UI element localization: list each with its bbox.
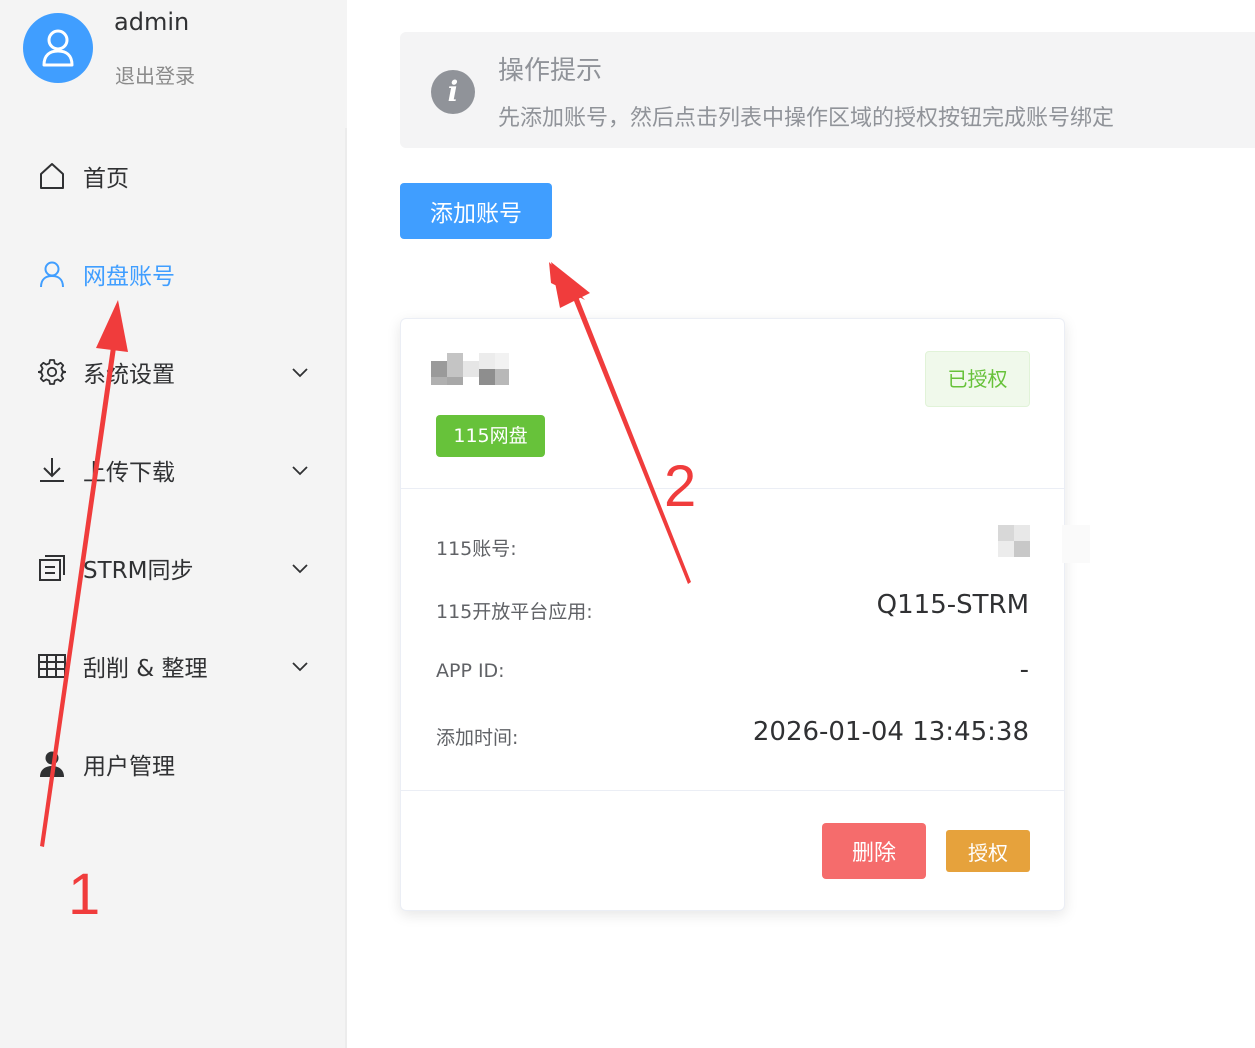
app-id-label: APP ID: [436, 660, 505, 682]
chevron-down-icon [292, 466, 308, 476]
redacted-account-id [998, 525, 1090, 563]
document-icon [38, 554, 66, 582]
card-header: 115网盘 已授权 [401, 319, 1064, 489]
sidebar-item-user-management[interactable]: 用户管理 [0, 734, 345, 794]
sidebar-item-label: 上传下载 [83, 460, 175, 486]
home-icon [38, 162, 66, 190]
sidebar-item-strm-sync[interactable]: STRM同步 [0, 538, 345, 598]
avatar[interactable] [23, 13, 93, 83]
annotation-number-2: 2 [664, 454, 697, 519]
sidebar-divider [345, 128, 347, 1048]
user-icon [38, 260, 66, 288]
account-label: 115账号: [436, 538, 517, 560]
sidebar-item-scrape-organize[interactable]: 刮削 & 整理 [0, 636, 345, 696]
chevron-down-icon [292, 564, 308, 574]
logout-link[interactable]: 退出登录 [115, 60, 195, 89]
cloud-type-tag: 115网盘 [436, 415, 545, 457]
sidebar-item-label: 网盘账号 [83, 264, 175, 290]
sidebar-item-cloud-accounts[interactable]: 网盘账号 [0, 244, 345, 304]
card-body: 115账号: 115开放平台应用: Q115-STRM APP ID: - 添加… [401, 490, 1090, 791]
info-icon: i [431, 70, 475, 114]
sidebar-item-label: 用户管理 [83, 754, 175, 780]
user-avatar-icon [42, 29, 74, 67]
sidebar-item-label: 首页 [83, 166, 129, 192]
person-icon [38, 750, 66, 778]
grid-icon [38, 652, 66, 680]
add-account-button[interactable]: 添加账号 [400, 183, 552, 239]
tip-alert: i 操作提示 先添加账号，然后点击列表中操作区域的授权按钮完成账号绑定 [400, 32, 1255, 148]
account-card: 115网盘 已授权 115账号: 115开放平台应用: Q115-STRM AP… [400, 318, 1090, 911]
chevron-down-icon [292, 368, 308, 378]
sidebar-item-upload-download[interactable]: 上传下载 [0, 440, 345, 500]
user-panel: admin 退出登录 [0, 0, 347, 128]
sidebar-item-label: 刮削 & 整理 [83, 656, 208, 682]
gear-icon [38, 358, 66, 386]
tip-description: 先添加账号，然后点击列表中操作区域的授权按钮完成账号绑定 [498, 106, 1115, 131]
authorize-button[interactable]: 授权 [946, 830, 1030, 872]
sidebar-item-system-settings[interactable]: 系统设置 [0, 342, 345, 402]
added-time-value: 2026-01-04 13:45:38 [752, 717, 1029, 747]
chevron-down-icon [292, 662, 308, 672]
sidebar: admin 退出登录 首页 网盘账号 系统设置 上传下载 STRM同步 刮削 &… [0, 0, 347, 1048]
sidebar-item-home[interactable]: 首页 [0, 146, 345, 206]
added-time-label: 添加时间: [436, 727, 519, 749]
sidebar-item-label: 系统设置 [83, 362, 175, 388]
app-id-value: - [1019, 655, 1029, 685]
sidebar-item-label: STRM同步 [83, 558, 194, 584]
tip-title: 操作提示 [498, 56, 603, 86]
redacted-account-name [431, 353, 511, 385]
status-badge: 已授权 [925, 351, 1030, 407]
app-name-value: Q115-STRM [876, 590, 1029, 620]
download-icon [38, 456, 66, 484]
app-name-label: 115开放平台应用: [436, 601, 593, 623]
username: admin [114, 8, 190, 36]
annotation-number-1: 1 [68, 862, 101, 927]
delete-button[interactable]: 删除 [822, 823, 926, 879]
